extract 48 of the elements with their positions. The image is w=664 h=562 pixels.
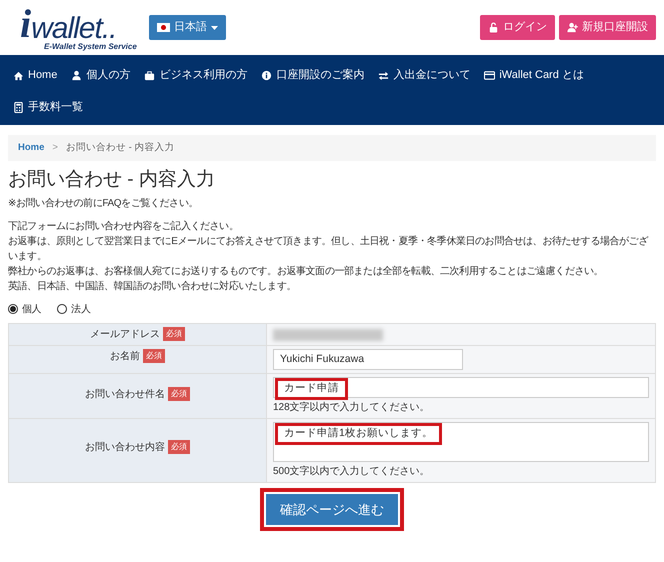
field-hint: 128文字以内で入力してください。 — [273, 400, 431, 415]
card-icon — [484, 70, 496, 80]
info-icon — [261, 70, 272, 80]
account-type-radio[interactable]: 個人 — [8, 302, 42, 317]
user-icon — [71, 70, 82, 80]
breadcrumb-current: お問い合わせ - 内容入力 — [66, 140, 174, 155]
breadcrumb-separator: > — [52, 140, 58, 155]
flag-icon — [156, 23, 170, 32]
caret-icon — [210, 26, 218, 30]
nav-link[interactable]: Home — [6, 59, 64, 91]
language-dropdown[interactable]: 日本語 — [148, 15, 226, 40]
breadcrumb-link[interactable]: Home — [18, 140, 44, 156]
field-label: お問い合わせ件名 — [85, 388, 165, 402]
calculator-icon — [13, 102, 24, 112]
name-field[interactable]: Yukichi Fukuzawa — [273, 348, 463, 370]
briefcase-icon — [144, 70, 156, 80]
account-type-radio[interactable]: 法人 — [57, 302, 90, 317]
logo-text: wallet.. — [31, 14, 116, 44]
tagline: E-Wallet System Service — [44, 42, 137, 51]
subject-field[interactable]: カード申請 — [273, 376, 649, 398]
required-tag: 必須 — [143, 349, 165, 364]
signup-button[interactable]: 新規口座開設 — [559, 15, 656, 40]
home-icon — [13, 70, 24, 80]
nav-link[interactable]: 入出金について — [371, 59, 478, 91]
field-label: メールアドレス — [90, 328, 160, 342]
field-label: お問い合わせ内容 — [85, 440, 165, 455]
highlighted-value: カード申請 — [275, 378, 348, 400]
field-label: お名前 — [110, 350, 140, 364]
required-tag: 必須 — [168, 440, 190, 454]
required-tag: 必須 — [163, 327, 185, 342]
arrows-icon — [378, 70, 390, 80]
nav-link[interactable]: 口座開設のご案内 — [254, 59, 372, 91]
page-title: お問い合わせ - 内容入力 — [8, 169, 216, 192]
instructions-paragraph: 下記フォームにお問い合わせ内容をご記入ください。 お返事は、原則として翌営業日までにEメールにてお答えさせて頂きます。但し、土日祝・夏季・冬季休業日のお問合せは、お待たせする場合がございます。 弊社からのお返事は、お客様個人宛てにお送りするものです。お返事文面の一部または全部を転載、二次利用することはご遠慮ください。 英語、日本語、中国語、韓国語のお問い合わせに対応いたします。 — [8, 220, 650, 294]
nav-link[interactable]: 手数料一覧 — [6, 91, 90, 123]
faq-notice: ※お問い合わせの前にFAQをご覧ください。 — [8, 196, 199, 211]
required-tag: 必須 — [168, 387, 190, 402]
nav-link[interactable]: 個人の方 — [64, 59, 138, 91]
field-hint: 500文字以内で入力してください。 — [273, 464, 431, 479]
logo-mark: i — [20, 4, 32, 44]
highlighted-value: カード申請1枚お願いします。 — [275, 422, 442, 445]
nav-link[interactable]: iWallet Card とは — [477, 59, 591, 91]
user-plus-icon — [567, 22, 578, 33]
login-button[interactable]: ログイン — [480, 15, 555, 40]
message-field[interactable]: カード申請1枚お願いします。 — [273, 422, 649, 462]
submit-button[interactable]: 確認ページへ進む — [266, 494, 398, 526]
lock-icon — [488, 22, 499, 33]
nav-link[interactable]: ビジネス利用の方 — [137, 59, 254, 91]
